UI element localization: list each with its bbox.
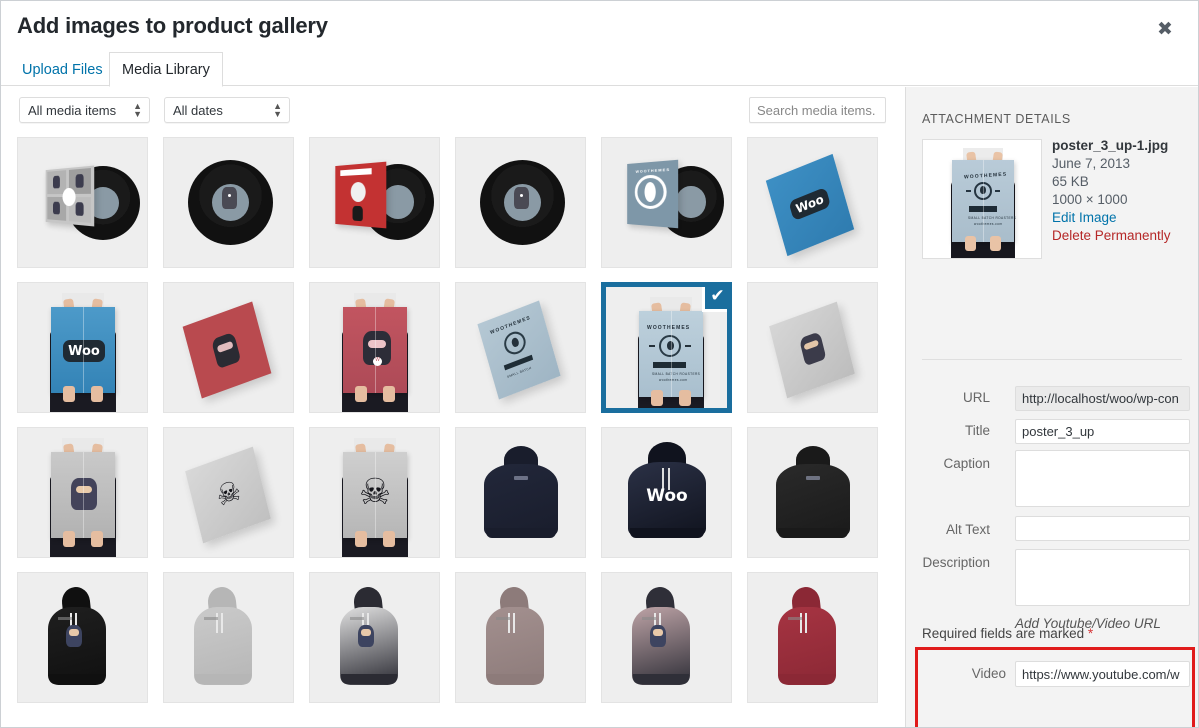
ninja-poster-held-red-thumbnail: W: [310, 283, 439, 412]
media-tile-vinyl-record-blue-sleeve[interactable]: WOOTHEMES: [601, 137, 732, 268]
hoodie-white-ninja-side-thumbnail: [310, 573, 439, 702]
hoodie-pink-ninja-side-thumbnail: [602, 573, 731, 702]
alt-text-label: Alt Text: [945, 522, 990, 537]
attachment-preview-thumbnail: WOOTHEMES SMALL BATCH ROASTERS woothemes…: [922, 139, 1042, 259]
video-hint-text: Add Youtube/Video URL: [1015, 616, 1161, 631]
filter-dates-value: All dates: [173, 102, 223, 118]
media-tile-vinyl-record-red-sleeve[interactable]: [309, 137, 440, 268]
url-field[interactable]: [1015, 386, 1190, 411]
media-tile-blue-woo-flat-poster[interactable]: Woo: [747, 137, 878, 268]
media-tile-vinyl-record-ninja-label[interactable]: [163, 137, 294, 268]
attachment-date: June 7, 2013: [1052, 156, 1131, 171]
filter-media-type-select[interactable]: All media items ▲ ▼: [19, 97, 150, 123]
skull-poster-flat-grey-thumbnail: ☠: [164, 428, 293, 557]
search-input[interactable]: [749, 97, 886, 123]
woothemes-poster-flat-blue-thumbnail: WOOTHEMES SMALL BATCH: [456, 283, 585, 412]
caption-label: Caption: [943, 456, 990, 471]
delete-permanently-link[interactable]: Delete Permanently: [1052, 227, 1190, 245]
vinyl-record-sleeve-4up-ninja-thumbnail: [18, 138, 147, 267]
hoodie-navy-back-thumbnail: [456, 428, 585, 557]
media-tile-vinyl-record-sleeve-4up-ninja[interactable]: [17, 137, 148, 268]
skull-poster-held-grey-thumbnail: ☠: [310, 428, 439, 557]
media-tile-skull-poster-held-grey[interactable]: ☠: [309, 427, 440, 558]
blue-woo-flat-poster-thumbnail: Woo: [748, 138, 877, 267]
tab-media-library[interactable]: Media Library: [109, 52, 223, 87]
media-tile-hoodie-red-side[interactable]: [747, 572, 878, 703]
attachment-dimensions: 1000 × 1000: [1052, 192, 1128, 207]
details-divider: [922, 359, 1182, 360]
media-tile-skull-poster-flat-grey[interactable]: ☠: [163, 427, 294, 558]
alt-text-field[interactable]: [1015, 516, 1190, 541]
media-tile-hoodie-mauve-side[interactable]: [455, 572, 586, 703]
hoodie-black-side-thumbnail: [18, 573, 147, 702]
video-field[interactable]: [1015, 661, 1190, 687]
media-tile-ninja-poster-held-grey[interactable]: [17, 427, 148, 558]
media-tile-ninja-poster-flat-grey[interactable]: [747, 282, 878, 413]
media-tile-woothemes-poster-flat-blue[interactable]: WOOTHEMES SMALL BATCH: [455, 282, 586, 413]
description-field[interactable]: [1015, 549, 1190, 606]
attachment-filesize: 65 KB: [1052, 174, 1089, 189]
media-tile-vinyl-record-ninja-label-2[interactable]: [455, 137, 586, 268]
media-tile-hoodie-pink-ninja-side[interactable]: [601, 572, 732, 703]
ninja-poster-flat-red-thumbnail: [164, 283, 293, 412]
media-tile-hoodie-navy-back[interactable]: [455, 427, 586, 558]
media-tile-woo-poster-held-blue[interactable]: Woo: [17, 282, 148, 413]
chevron-updown-icon: ▲ ▼: [133, 101, 142, 119]
caption-field[interactable]: [1015, 450, 1190, 507]
video-label: Video: [971, 666, 1006, 681]
media-grid-area[interactable]: WOOTHEMES Woo Woo W WOOTHEMES SMALL BATC…: [1, 131, 907, 710]
hoodie-black-back-thumbnail: [748, 428, 877, 557]
attachment-metadata: poster_3_up-1.jpg June 7, 2013 65 KB 100…: [1052, 137, 1190, 245]
ninja-poster-flat-grey-thumbnail: [748, 283, 877, 412]
attachment-details-panel: ATTACHMENT DETAILS WOOTHEMES SMALL BATCH…: [905, 87, 1198, 727]
media-tile-hoodie-navy-woo-front[interactable]: Woo: [601, 427, 732, 558]
media-toolbar: All media items ▲ ▼ All dates ▲ ▼: [1, 87, 907, 131]
chevron-updown-icon: ▲ ▼: [273, 101, 282, 119]
attachment-filename: poster_3_up-1.jpg: [1052, 138, 1169, 153]
vinyl-record-ninja-label-2-thumbnail: [456, 138, 585, 267]
description-label: Description: [922, 555, 990, 570]
hoodie-red-side-thumbnail: [748, 573, 877, 702]
filter-dates-select[interactable]: All dates ▲ ▼: [164, 97, 290, 123]
tab-upload-files[interactable]: Upload Files: [9, 52, 116, 87]
hoodie-light-grey-side-thumbnail: [164, 573, 293, 702]
media-tile-woothemes-poster-held-blue[interactable]: WOOTHEMES SMALL BATCH ROASTERS woothemes…: [601, 282, 732, 413]
media-tile-ninja-poster-flat-red[interactable]: [163, 282, 294, 413]
media-grid: WOOTHEMES Woo Woo W WOOTHEMES SMALL BATC…: [17, 137, 907, 703]
check-icon[interactable]: ✔: [702, 287, 727, 312]
title-label: Title: [964, 423, 990, 438]
modal-title-bar: Add images to product gallery ✖: [1, 1, 1198, 49]
media-tile-hoodie-light-grey-side[interactable]: [163, 572, 294, 703]
title-field[interactable]: [1015, 419, 1190, 444]
modal-tabs: Upload Files Media Library: [1, 49, 1198, 87]
page-title: Add images to product gallery: [17, 13, 328, 38]
video-field-highlight: [915, 647, 1195, 727]
media-tile-hoodie-black-back[interactable]: [747, 427, 878, 558]
hoodie-navy-woo-front-thumbnail: Woo: [602, 428, 731, 557]
filter-media-type-value: All media items: [28, 102, 117, 118]
media-tile-hoodie-white-ninja-side[interactable]: [309, 572, 440, 703]
vinyl-record-ninja-label-thumbnail: [164, 138, 293, 267]
vinyl-record-blue-sleeve-thumbnail: WOOTHEMES: [602, 138, 731, 267]
ninja-poster-held-grey-thumbnail: [18, 428, 147, 557]
hoodie-mauve-side-thumbnail: [456, 573, 585, 702]
media-modal: Add images to product gallery ✖ Upload F…: [0, 0, 1199, 728]
woo-poster-held-blue-thumbnail: Woo: [18, 283, 147, 412]
attachment-details-heading: ATTACHMENT DETAILS: [922, 112, 1071, 126]
url-label: URL: [962, 390, 990, 405]
vinyl-record-red-sleeve-thumbnail: [310, 138, 439, 267]
media-tile-ninja-poster-held-red[interactable]: W: [309, 282, 440, 413]
media-tile-hoodie-black-side[interactable]: [17, 572, 148, 703]
edit-image-link[interactable]: Edit Image: [1052, 209, 1190, 227]
close-icon[interactable]: ✖: [1140, 9, 1190, 49]
